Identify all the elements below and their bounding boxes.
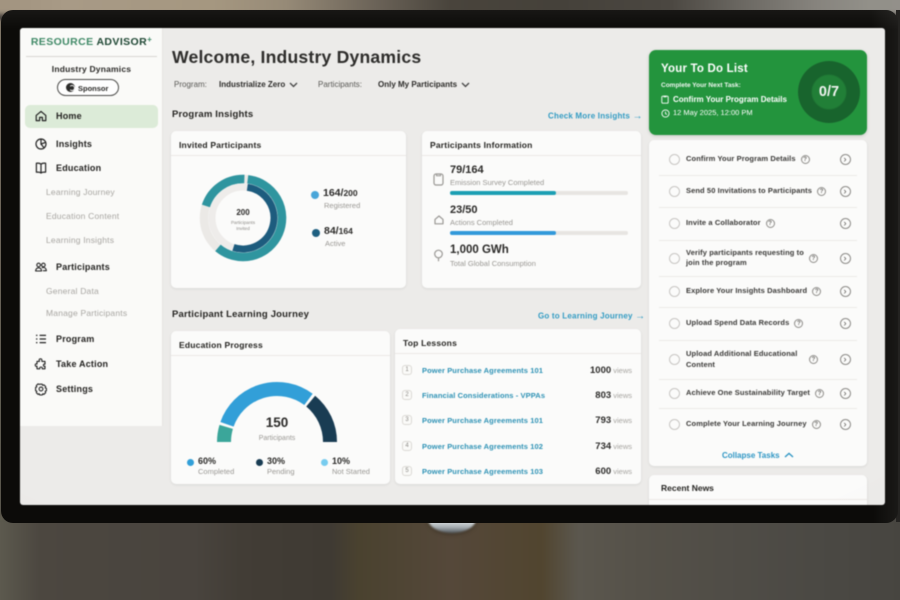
svg-text:Participants: Participants bbox=[259, 435, 296, 442]
svg-text:200: 200 bbox=[236, 208, 250, 217]
svg-text:150: 150 bbox=[266, 415, 289, 430]
svg-text:Participants: Participants bbox=[231, 220, 256, 225]
svg-text:Invited: Invited bbox=[236, 226, 250, 231]
